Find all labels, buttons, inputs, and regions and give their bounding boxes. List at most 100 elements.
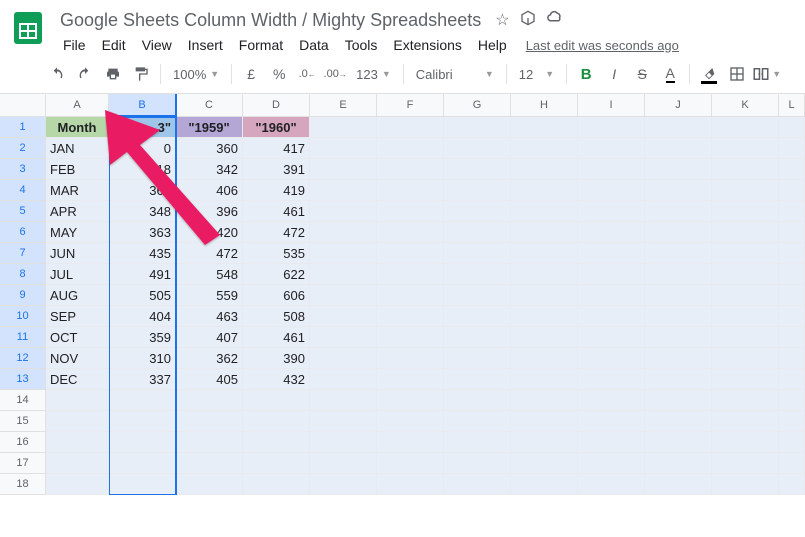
column-header[interactable]: C — [176, 94, 243, 117]
cell[interactable]: JUN — [46, 243, 109, 264]
cell[interactable] — [377, 201, 444, 222]
cell[interactable]: 348 — [109, 201, 176, 222]
cell[interactable] — [377, 306, 444, 327]
cell[interactable]: 3" — [109, 117, 176, 138]
cell[interactable]: "1960" — [243, 117, 310, 138]
cell[interactable] — [46, 432, 109, 453]
redo-button[interactable] — [72, 61, 98, 87]
row-header[interactable]: 9 — [0, 285, 46, 306]
row-header[interactable]: 11 — [0, 327, 46, 348]
column-header[interactable]: J — [645, 94, 712, 117]
cell[interactable] — [712, 159, 779, 180]
cell[interactable] — [46, 390, 109, 411]
cell[interactable] — [109, 453, 176, 474]
cell[interactable] — [511, 117, 578, 138]
cell[interactable] — [578, 264, 645, 285]
cell[interactable]: 405 — [176, 369, 243, 390]
cell[interactable] — [176, 474, 243, 495]
cell[interactable] — [779, 159, 805, 180]
cell[interactable] — [578, 222, 645, 243]
cell[interactable] — [444, 411, 511, 432]
cell[interactable] — [712, 411, 779, 432]
cell[interactable] — [511, 348, 578, 369]
cell[interactable] — [377, 117, 444, 138]
last-edit-link[interactable]: Last edit was seconds ago — [526, 38, 679, 53]
cell[interactable] — [243, 432, 310, 453]
cell[interactable] — [779, 306, 805, 327]
cell[interactable] — [46, 411, 109, 432]
cell[interactable] — [444, 327, 511, 348]
cell[interactable] — [779, 474, 805, 495]
cell[interactable] — [645, 264, 712, 285]
cell[interactable] — [511, 390, 578, 411]
cell[interactable] — [444, 222, 511, 243]
cell[interactable] — [645, 222, 712, 243]
cell[interactable] — [310, 474, 377, 495]
cell[interactable] — [377, 243, 444, 264]
cell[interactable]: 360 — [176, 138, 243, 159]
cell[interactable] — [712, 390, 779, 411]
cell[interactable] — [779, 201, 805, 222]
menu-format[interactable]: Format — [232, 35, 290, 55]
cell[interactable] — [377, 222, 444, 243]
cell[interactable] — [779, 390, 805, 411]
cell[interactable] — [779, 327, 805, 348]
cell[interactable] — [779, 285, 805, 306]
menu-edit[interactable]: Edit — [95, 35, 133, 55]
cell[interactable]: 472 — [176, 243, 243, 264]
cell[interactable] — [444, 390, 511, 411]
cell[interactable] — [243, 411, 310, 432]
cell[interactable] — [712, 243, 779, 264]
cell[interactable] — [377, 138, 444, 159]
cell[interactable] — [46, 453, 109, 474]
cell[interactable]: 342 — [176, 159, 243, 180]
cell[interactable] — [712, 285, 779, 306]
text-color-button[interactable]: A — [657, 61, 683, 87]
cell[interactable] — [645, 306, 712, 327]
cell[interactable] — [779, 180, 805, 201]
cell[interactable] — [712, 348, 779, 369]
cell[interactable] — [645, 138, 712, 159]
row-header[interactable]: 15 — [0, 411, 46, 432]
increase-decimal-button[interactable]: .00→ — [322, 61, 348, 87]
move-icon[interactable] — [520, 10, 536, 31]
cell[interactable]: APR — [46, 201, 109, 222]
cell[interactable] — [310, 432, 377, 453]
cell[interactable] — [578, 453, 645, 474]
cell[interactable]: 417 — [243, 138, 310, 159]
cell[interactable] — [578, 432, 645, 453]
cell[interactable] — [779, 369, 805, 390]
cell[interactable]: 406 — [176, 180, 243, 201]
cell[interactable] — [578, 390, 645, 411]
cell[interactable] — [645, 348, 712, 369]
cell[interactable] — [243, 474, 310, 495]
cell[interactable] — [578, 159, 645, 180]
borders-button[interactable] — [724, 61, 750, 87]
cell[interactable] — [511, 138, 578, 159]
cell[interactable] — [779, 117, 805, 138]
cell[interactable] — [310, 369, 377, 390]
cell[interactable] — [377, 432, 444, 453]
cell[interactable]: 362 — [176, 348, 243, 369]
cell[interactable] — [779, 411, 805, 432]
menu-file[interactable]: File — [56, 35, 93, 55]
fill-color-button[interactable] — [696, 61, 722, 87]
cell[interactable] — [712, 138, 779, 159]
cell[interactable]: 505 — [109, 285, 176, 306]
cell[interactable] — [578, 117, 645, 138]
cell[interactable] — [310, 201, 377, 222]
cell[interactable] — [712, 264, 779, 285]
cell[interactable] — [377, 348, 444, 369]
cell[interactable] — [712, 474, 779, 495]
cell[interactable] — [444, 180, 511, 201]
cell[interactable] — [176, 411, 243, 432]
cell[interactable]: 435 — [109, 243, 176, 264]
cell[interactable] — [712, 201, 779, 222]
cell[interactable] — [645, 201, 712, 222]
row-header[interactable]: 2 — [0, 138, 46, 159]
cell[interactable] — [645, 390, 712, 411]
menu-insert[interactable]: Insert — [181, 35, 230, 55]
column-header[interactable]: F — [377, 94, 444, 117]
cell[interactable] — [645, 369, 712, 390]
cell[interactable] — [444, 306, 511, 327]
